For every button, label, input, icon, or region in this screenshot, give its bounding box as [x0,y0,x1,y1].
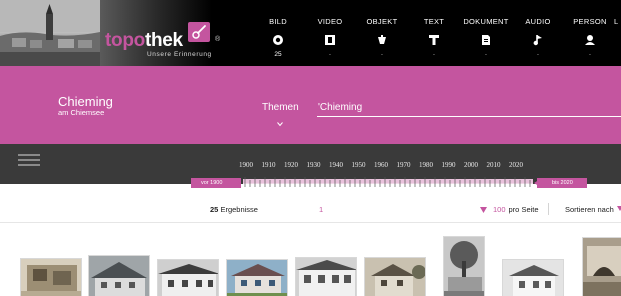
result-thumbnail[interactable] [88,255,150,296]
tab-count: - [328,51,332,58]
tab-video[interactable]: VIDEO - [304,0,356,66]
range-start-arrow-icon[interactable] [233,176,243,190]
tab-dokument[interactable]: DOKUMENT - [460,0,512,66]
tab-count: 25 [274,51,282,58]
tab-audio[interactable]: AUDIO - [512,0,564,66]
result-thumbnail[interactable] [226,259,288,296]
range-end-arrow-icon[interactable] [532,176,542,190]
tab-overflow-label[interactable]: L [614,17,618,26]
tab-count: - [432,51,436,58]
logo-tagline: Unsere Erinnerung [147,51,212,58]
camera-icon [272,33,284,45]
tab-bild[interactable]: BILD 25 [252,0,304,66]
result-thumbnail[interactable] [502,259,564,296]
logo-suffix: thek [144,30,183,51]
tab-count: - [588,51,592,58]
music-note-icon [532,33,544,46]
logo-badge-icon [188,22,210,42]
timeline-ruler[interactable] [243,176,533,188]
triangle-down-icon [480,206,487,213]
result-count-label: Ergebnisse [220,205,258,214]
object-icon [376,33,388,45]
place-title[interactable]: Chieming [58,94,113,109]
header-village-photo [0,0,100,66]
tab-label: AUDIO [525,17,551,26]
themen-dropdown[interactable]: Themen [262,102,299,113]
year-label[interactable]: 1910 [262,161,276,169]
range-start-label: vor 1900 [201,180,223,186]
tab-label: BILD [269,17,287,26]
result-thumbnail[interactable] [443,236,485,296]
triangle-down-icon[interactable] [617,206,621,212]
per-page-value: 100 [493,205,506,214]
year-label[interactable]: 1950 [352,161,366,169]
year-label[interactable]: 1990 [442,161,456,169]
text-icon [428,33,440,45]
year-label[interactable]: 1980 [419,161,433,169]
results-divider [0,222,621,223]
range-end-handle[interactable]: bis 2020 [537,178,587,188]
tab-label: DOKUMENT [463,17,509,26]
media-type-tabs: BILD 25 VIDEO - OBJEKT - TEXT - DOKUMENT… [252,0,616,66]
toolbar-divider [548,203,549,215]
result-thumbnail[interactable] [295,257,357,296]
result-thumbnail[interactable] [364,257,426,296]
tab-person[interactable]: PERSON - [564,0,616,66]
result-thumbnail[interactable] [20,258,82,296]
tab-label: TEXT [423,17,445,26]
year-label[interactable]: 1960 [374,161,388,169]
result-count: 25 Ergebnisse [210,205,258,214]
year-label[interactable]: 1930 [307,161,321,169]
logo[interactable]: topothek ® Unsere Erinnerung [100,0,260,66]
result-count-number: 25 [210,205,219,214]
year-label[interactable]: 1900 [239,161,253,169]
hamburger-line [18,154,40,156]
per-page-label: pro Seite [508,205,539,214]
tab-label: OBJEKT [366,17,398,26]
registered-mark: ® [215,36,221,43]
page-number[interactable]: 1 [319,205,323,214]
film-icon [324,33,336,45]
chevron-down-icon[interactable] [277,114,283,127]
timeline-year-labels: 1900 1910 1920 1930 1940 1950 1960 1970 … [0,161,621,171]
year-label[interactable]: 1920 [284,161,298,169]
logo-wordmark: topothek [105,30,183,52]
per-page-selector[interactable]: 100 pro Seite [480,205,539,214]
year-label[interactable]: 1970 [397,161,411,169]
year-label[interactable]: 2000 [464,161,478,169]
range-end-label: bis 2020 [552,180,573,186]
tab-label: VIDEO [317,17,343,26]
tab-count: - [536,51,540,58]
search-input[interactable] [317,98,621,117]
year-label[interactable]: 2010 [487,161,501,169]
tab-count: - [484,51,488,58]
result-thumbnail[interactable] [157,259,219,296]
result-thumbnail[interactable] [582,237,621,296]
sort-dropdown[interactable]: Sortieren nach [565,205,614,214]
place-subtitle: am Chiemsee [58,108,105,117]
tab-label: PERSON [573,17,607,26]
person-icon [584,33,596,45]
tab-objekt[interactable]: OBJEKT - [356,0,408,66]
document-icon [480,33,492,45]
tab-count: - [380,51,384,58]
year-label[interactable]: 2020 [509,161,523,169]
year-label[interactable]: 1940 [329,161,343,169]
logo-prefix: topo [105,30,145,51]
tab-text[interactable]: TEXT - [408,0,460,66]
